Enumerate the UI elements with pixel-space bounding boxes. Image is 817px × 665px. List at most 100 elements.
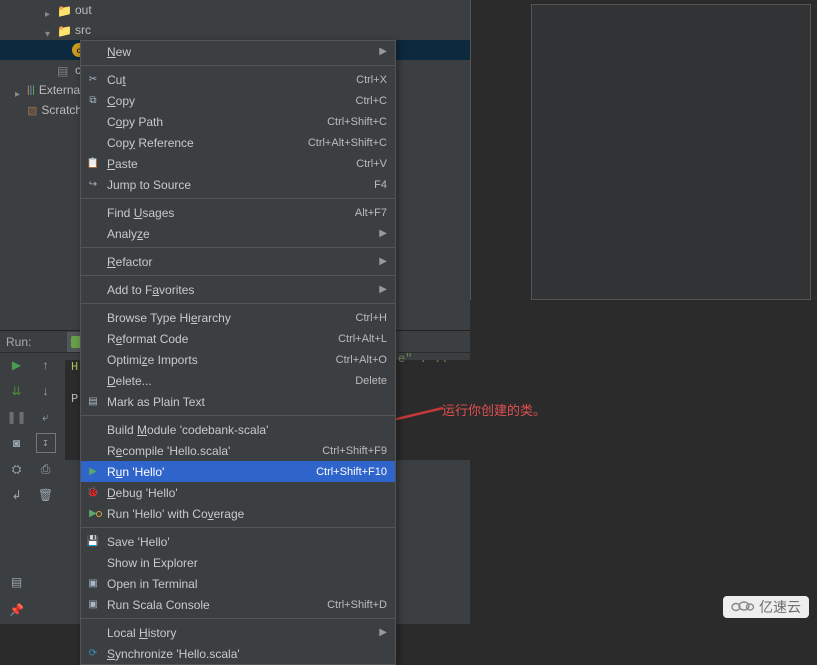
context-menu: New▶ ✂CutCtrl+X⧉CopyCtrl+CCopy PathCtrl+S…	[80, 40, 396, 665]
submenu-arrow-icon: ▶	[379, 256, 387, 267]
menu-item-refactor[interactable]: Refactor▶	[81, 251, 395, 272]
menu-item-coverage[interactable]: ▶ Run 'Hello' with Coverage	[81, 503, 395, 524]
menu-item-markplain[interactable]: ▤ Mark as Plain Text	[81, 391, 395, 412]
folder-icon: 📁	[57, 24, 71, 36]
menu-item-copyref[interactable]: Copy ReferenceCtrl+Alt+Shift+C	[81, 132, 395, 153]
menu-item-terminal[interactable]: ▣Open in Terminal	[81, 573, 395, 594]
scratch-icon: ▧	[27, 104, 37, 117]
menu-item-browseth[interactable]: Browse Type HierarchyCtrl+H	[81, 307, 395, 328]
menu-label: Run 'Hello' with Coverage	[107, 507, 387, 521]
menu-shortcut: Ctrl+Shift+C	[327, 116, 387, 128]
menu-item-reformat[interactable]: Reformat CodeCtrl+Alt+L	[81, 328, 395, 349]
cut-icon: ✂	[86, 73, 100, 87]
menu-label: Debug 'Hello'	[107, 486, 387, 500]
menu-item-optimize[interactable]: Optimize ImportsCtrl+Alt+O	[81, 349, 395, 370]
print-icon[interactable]: ⎙	[36, 459, 56, 479]
menu-item-new[interactable]: New▶	[81, 41, 395, 62]
menu-label: Copy Reference	[107, 136, 308, 150]
menu-label: Open in Terminal	[107, 577, 387, 591]
menu-item-run[interactable]: ▶Run 'Hello'Ctrl+Shift+F10	[81, 461, 395, 482]
menu-shortcut: F4	[374, 179, 387, 191]
down-button[interactable]: ↓	[36, 381, 56, 401]
submenu-arrow-icon: ▶	[379, 46, 387, 57]
run-gutter-left: ▶ ⇊ ❚❚ ◙ ⛭ ↲	[4, 355, 29, 595]
menu-item-findusages[interactable]: Find UsagesAlt+F7	[81, 202, 395, 223]
cloud-icon	[727, 599, 755, 616]
menu-label: Show in Explorer	[107, 556, 387, 570]
menu-item-favorites[interactable]: Add to Favorites▶	[81, 279, 395, 300]
menu-shortcut: Delete	[355, 375, 387, 387]
run-icon: ▶	[86, 465, 100, 479]
gear-icon[interactable]: ⛭	[7, 459, 27, 479]
tree-label: Scratch	[41, 103, 82, 117]
menu-item-localhistory[interactable]: Local History▶	[81, 622, 395, 643]
menu-label: Optimize Imports	[107, 353, 336, 367]
menu-item-sync[interactable]: ⟳Synchronize 'Hello.scala'	[81, 643, 395, 664]
menu-label: Run Scala Console	[107, 598, 327, 612]
menu-item-recompile[interactable]: Recompile 'Hello.scala'Ctrl+Shift+F9	[81, 440, 395, 461]
up-button[interactable]: ↑	[36, 355, 56, 375]
libraries-icon: |||	[27, 85, 35, 96]
menu-item-buildmodule[interactable]: Build Module 'codebank-scala'	[81, 419, 395, 440]
pause-button[interactable]: ❚❚	[7, 407, 27, 427]
submenu-arrow-icon: ▶	[379, 228, 387, 239]
menu-label: Save 'Hello'	[107, 535, 387, 549]
scroll-button[interactable]: ↧	[36, 433, 56, 453]
menu-item-explorer[interactable]: Show in Explorer	[81, 552, 395, 573]
menu-item-jump[interactable]: ↪ Jump to SourceF4	[81, 174, 395, 195]
down-arrows-icon[interactable]: ⇊	[7, 381, 27, 401]
tree-label: out	[75, 3, 92, 17]
collapse-icon[interactable]: ▤	[7, 572, 27, 592]
run-gutter-right: ↑ ↓ ⤶ ↧ ⎙ 🗑	[33, 355, 58, 595]
bottom-gutter: ▤ 📌	[4, 572, 29, 620]
run-button[interactable]: ▶	[7, 355, 27, 375]
save-icon: 💾	[86, 535, 100, 549]
menu-shortcut: Ctrl+X	[356, 74, 387, 86]
menu-label: Jump to Source	[107, 178, 374, 192]
submenu-arrow-icon: ▶	[379, 627, 387, 638]
menu-shortcut: Ctrl+Alt+O	[336, 354, 387, 366]
menu-label: Build Module 'codebank-scala'	[107, 423, 387, 437]
watermark: 亿速云	[723, 596, 809, 618]
wrap-button[interactable]: ⤶	[36, 407, 56, 427]
menu-label: Synchronize 'Hello.scala'	[107, 647, 387, 661]
console-text: H	[71, 360, 78, 374]
menu-item-debug[interactable]: 🐞Debug 'Hello'	[81, 482, 395, 503]
menu-shortcut: Ctrl+Alt+Shift+C	[308, 137, 387, 149]
menu-separator	[81, 275, 395, 276]
markplain-icon: ▤	[86, 395, 100, 409]
menu-shortcut: Ctrl+H	[356, 312, 387, 324]
coverage-icon: ▶	[86, 507, 100, 521]
console-string: e" . ..	[398, 352, 448, 366]
menu-item-delete[interactable]: Delete...Delete	[81, 370, 395, 391]
menu-label: Mark as Plain Text	[107, 395, 387, 409]
menu-label: Refactor	[107, 255, 379, 269]
menu-item-cut[interactable]: ✂CutCtrl+X	[81, 69, 395, 90]
trash-icon[interactable]: 🗑	[36, 485, 56, 505]
run-label: Run:	[0, 335, 37, 349]
arrow-down-icon	[45, 26, 53, 34]
menu-item-copypath[interactable]: Copy PathCtrl+Shift+C	[81, 111, 395, 132]
menu-label: Reformat Code	[107, 332, 338, 346]
editor-area[interactable]	[531, 4, 811, 300]
tree-item-out[interactable]: 📁 out	[0, 0, 470, 20]
jump-icon: ↪	[86, 178, 100, 192]
menu-item-copy[interactable]: ⧉CopyCtrl+C	[81, 90, 395, 111]
scalaconsole-icon: ▣	[86, 598, 100, 612]
exit-icon[interactable]: ↲	[7, 485, 27, 505]
menu-shortcut: Ctrl+Shift+F9	[322, 445, 387, 457]
pin-icon[interactable]: 📌	[7, 600, 27, 620]
menu-item-paste[interactable]: 📋PasteCtrl+V	[81, 153, 395, 174]
menu-shortcut: Ctrl+V	[356, 158, 387, 170]
menu-item-scalaconsole[interactable]: ▣Run Scala ConsoleCtrl+Shift+D	[81, 594, 395, 615]
menu-item-analyze[interactable]: Analyze▶	[81, 223, 395, 244]
camera-icon[interactable]: ◙	[7, 433, 27, 453]
menu-label: Run 'Hello'	[107, 465, 316, 479]
tree-item-src[interactable]: 📁 src	[0, 20, 470, 40]
menu-label: Copy	[107, 94, 356, 108]
menu-label: Paste	[107, 157, 356, 171]
folder-icon: 📁	[57, 4, 71, 16]
menu-item-save[interactable]: 💾 Save 'Hello'	[81, 531, 395, 552]
menu-separator	[81, 198, 395, 199]
tree-label: Externa	[39, 83, 80, 97]
